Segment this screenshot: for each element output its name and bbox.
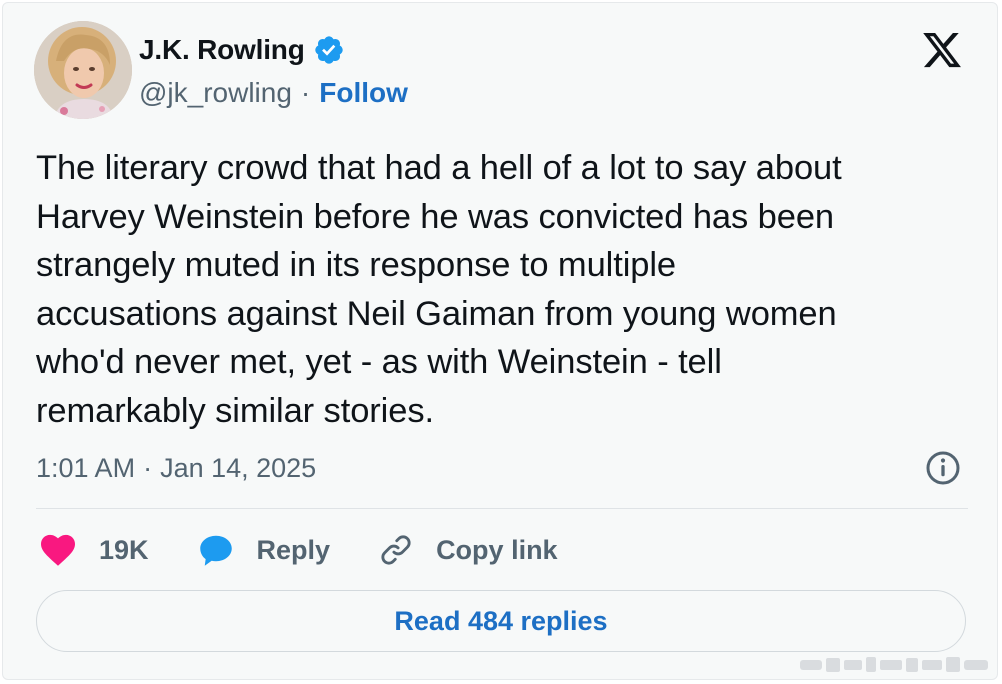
tweet-text-line: who'd never met, yet - as with Weinstein… <box>36 343 722 381</box>
handle-row: @jk_rowling · Follow <box>139 73 408 113</box>
tweet-text-line: accusations against Neil Gaiman from you… <box>36 294 837 333</box>
watermark-image <box>800 657 988 672</box>
copy-link-button[interactable]: Copy link <box>378 532 558 568</box>
divider <box>36 508 968 509</box>
tweet-text: The literary crowd that had a hell of a … <box>36 144 976 435</box>
avatar[interactable] <box>34 21 132 119</box>
author-name[interactable]: J.K. Rowling <box>139 34 305 66</box>
read-replies-button[interactable]: Read 484 replies <box>36 590 966 652</box>
tweet-text-line: strangely muted in its response to multi… <box>36 246 677 284</box>
author-row: J.K. Rowling <box>139 30 345 70</box>
tweet-timestamp[interactable]: 1:01 AM · Jan 14, 2025 <box>36 450 316 486</box>
tweet-text-line: Harvey Weinstein before he was convicted… <box>36 197 835 236</box>
like-count: 19K <box>99 534 149 565</box>
tweet-text-line: The literary crowd that had a hell of a … <box>36 149 842 187</box>
tweet-card: J.K. Rowling @jk_rowling · Follow The li… <box>2 2 998 680</box>
link-icon <box>381 535 411 565</box>
reply-button[interactable]: Reply <box>197 532 331 568</box>
action-bar: 19K Reply Copy link <box>39 529 606 571</box>
like-button[interactable]: 19K <box>39 533 149 567</box>
tweet-time: 1:01 AM <box>36 452 136 483</box>
author-handle[interactable]: @jk_rowling <box>139 77 292 109</box>
speech-bubble-icon <box>199 535 232 566</box>
follow-button[interactable]: Follow <box>319 77 408 109</box>
info-icon[interactable] <box>925 450 961 486</box>
separator-dot: · <box>143 452 153 483</box>
verified-badge-icon <box>314 36 343 64</box>
reply-label: Reply <box>256 534 331 565</box>
copy-link-label: Copy link <box>436 534 558 565</box>
tweet-date: Jan 14, 2025 <box>160 452 317 483</box>
separator-dot: · <box>300 77 311 108</box>
x-logo-icon[interactable] <box>919 29 965 71</box>
avatar-image <box>34 21 132 119</box>
heart-icon <box>41 534 75 566</box>
tweet-text-line: remarkably similar stories. <box>36 391 434 430</box>
